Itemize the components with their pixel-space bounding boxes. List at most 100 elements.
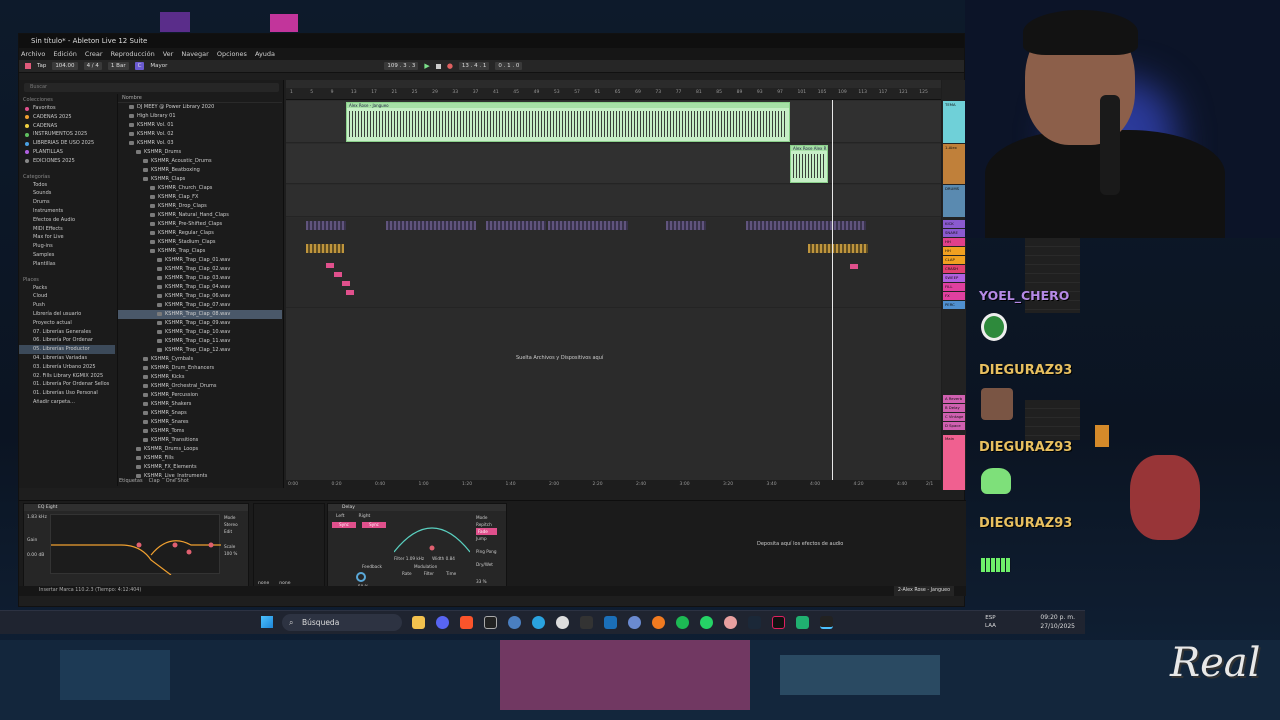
browser-list-item[interactable]: KSHMR_Drums: [118, 148, 282, 157]
track-header[interactable]: HH: [943, 238, 965, 246]
track-lane[interactable]: Alex Rose Alex R: [286, 144, 941, 184]
loop-start[interactable]: 13 . 4 . 1: [458, 62, 490, 70]
track-header[interactable]: C Vintage: [943, 413, 965, 421]
browser-list-item[interactable]: KSHMR_FX_Elements: [118, 463, 282, 472]
track-header[interactable]: PERC: [943, 301, 965, 309]
empty-device[interactable]: none none: [253, 503, 325, 591]
midi-note[interactable]: [342, 281, 350, 286]
category-item[interactable]: Sounds: [19, 189, 115, 198]
keyboard-layout[interactable]: LAA: [985, 622, 996, 630]
browser-list-item[interactable]: KSHMR_Trap_Clap_04.wav: [118, 283, 282, 292]
midi-clip[interactable]: [306, 244, 344, 253]
fade-button[interactable]: Fade: [476, 528, 497, 535]
eq-gain[interactable]: 0.00 dB: [27, 552, 47, 559]
collection-item[interactable]: LIBRERIAS DE USO 2025: [19, 139, 115, 148]
browser-list-item[interactable]: KSHMR_Kicks: [118, 373, 282, 382]
drywet-value[interactable]: 33 %: [476, 578, 497, 585]
browser-search-input[interactable]: Buscar: [24, 83, 279, 92]
track-header[interactable]: FX: [943, 292, 965, 300]
place-item[interactable]: Push: [19, 301, 115, 310]
time-ruler[interactable]: 0:00 0:20 0:40 1:00 1:20 1:40 2:00 2:20 2:40 3:00…: [286, 480, 941, 490]
browser-list-item[interactable]: KSHMR_Trap_Clap_06.wav: [118, 292, 282, 301]
browser-list-item[interactable]: KSHMR_Trap_Clap_02.wav: [118, 265, 282, 274]
track-header[interactable]: CRASH: [943, 265, 965, 273]
steam-icon[interactable]: [748, 616, 761, 629]
browser-list-item[interactable]: DJ MEEY @ Power Library 2020: [118, 103, 282, 112]
track-header[interactable]: B Delay: [943, 404, 965, 412]
collection-item[interactable]: CADENAS 2025: [19, 113, 115, 122]
app-icon[interactable]: [796, 616, 809, 629]
play-icon[interactable]: ▶: [424, 62, 429, 70]
eq-freq[interactable]: 1.83 kHz: [27, 514, 47, 521]
collection-item[interactable]: INSTRUMENTOS 2025: [19, 130, 115, 139]
feedback-knob[interactable]: [356, 572, 366, 582]
browser-list-item[interactable]: KSHMR Vol. 02: [118, 130, 282, 139]
midi-note[interactable]: [346, 290, 354, 295]
category-item[interactable]: Instruments: [19, 207, 115, 216]
browser-list-item[interactable]: KSHMR Vol. 01: [118, 121, 282, 130]
browser-list-item[interactable]: KSHMR_Drum_Enhancers: [118, 364, 282, 373]
browser-list-item[interactable]: KSHMR_Natural_Hand_Claps: [118, 211, 282, 220]
place-item[interactable]: 01. Librería Por Ordenar Sellos: [19, 380, 115, 389]
browser-list-item[interactable]: KSHMR_Toms: [118, 427, 282, 436]
menu-item[interactable]: Reproducción: [111, 48, 155, 60]
track-header[interactable]: SWEEP: [943, 274, 965, 282]
track-header[interactable]: 1-Alex: [943, 144, 965, 184]
midi-clip[interactable]: [486, 221, 546, 230]
midi-clip[interactable]: [808, 244, 868, 253]
delay-width[interactable]: Width 0.84: [432, 556, 455, 561]
place-item[interactable]: 03. Librería Urbano 2025: [19, 363, 115, 372]
mod-rate[interactable]: Rate: [402, 571, 412, 576]
ableton-live-icon[interactable]: [820, 616, 833, 629]
tag-chip[interactable]: Clap: [149, 478, 160, 484]
bpm-field[interactable]: 104.00: [52, 62, 78, 70]
track-header[interactable]: A Reverb: [943, 395, 965, 403]
browser-list-item[interactable]: KSHMR_Fills: [118, 454, 282, 463]
browser-list-item[interactable]: KSHMR_Acoustic_Drums: [118, 157, 282, 166]
arrangement-view-icon[interactable]: [25, 63, 31, 69]
track-header[interactable]: SNARE: [943, 229, 965, 237]
track-lane[interactable]: [286, 185, 941, 217]
midi-clip[interactable]: [306, 221, 346, 230]
sync-button[interactable]: Sync: [332, 522, 356, 528]
category-item[interactable]: Todos: [19, 181, 115, 190]
browser-list-item[interactable]: KSHMR_Trap_Claps: [118, 247, 282, 256]
category-item[interactable]: Max for Live: [19, 233, 115, 242]
eq-edit[interactable]: Edit: [224, 528, 238, 535]
browser-list-item[interactable]: KSHMR_Beatboxing: [118, 166, 282, 175]
midi-note[interactable]: [850, 264, 858, 269]
menu-item[interactable]: Archivo: [21, 48, 45, 60]
browser-list-item[interactable]: KSHMR_Percussion: [118, 391, 282, 400]
song-position[interactable]: 109 . 3 . 3: [384, 62, 419, 70]
place-item[interactable]: 04. Librerías Variadas: [19, 354, 115, 363]
browser-list-item[interactable]: KSHMR_Trap_Clap_03.wav: [118, 274, 282, 283]
search-app-icon[interactable]: [652, 616, 665, 629]
menu-item[interactable]: Opciones: [217, 48, 247, 60]
browser-list-item[interactable]: KSHMR_Stadium_Claps: [118, 238, 282, 247]
mod-filter[interactable]: Filter: [424, 571, 434, 576]
browser-list-item[interactable]: KSHMR_Church_Claps: [118, 184, 282, 193]
track-header[interactable]: D Space: [943, 422, 965, 430]
midi-clip[interactable]: [386, 221, 476, 230]
category-item[interactable]: Plug-ins: [19, 242, 115, 251]
place-item[interactable]: Librería del usuario: [19, 310, 115, 319]
sync-button[interactable]: Sync: [362, 522, 386, 528]
place-item[interactable]: 07. Librerías Generales: [19, 328, 115, 337]
taskbar-search[interactable]: ⌕ Búsqueda: [282, 614, 402, 631]
browser-list-item[interactable]: KSHMR_Trap_Clap_09.wav: [118, 319, 282, 328]
track-header[interactable]: CLAP: [943, 256, 965, 264]
browser-list-item[interactable]: KSHMR_Trap_Clap_07.wav: [118, 301, 282, 310]
app-icon[interactable]: [724, 616, 737, 629]
browser-list-item[interactable]: KSHMR_Clap_FX: [118, 193, 282, 202]
midi-clip[interactable]: [548, 221, 628, 230]
audio-clip[interactable]: Alex Rose Alex R: [790, 145, 828, 183]
browser-list-item[interactable]: KSHMR_Regular_Claps: [118, 229, 282, 238]
bar-ruler[interactable]: 1 5 9 13 17 21 25 29 33 37 41 45 49 53 57 61 65 69 73 77 81 8…: [286, 88, 941, 100]
track-header[interactable]: DRUMS: [943, 185, 965, 217]
time-signature[interactable]: 4 / 4: [83, 62, 102, 70]
eq-display[interactable]: [50, 514, 221, 576]
browser-list-item[interactable]: KSHMR_Trap_Clap_12.wav: [118, 346, 282, 355]
track-header[interactable]: KICK: [943, 220, 965, 228]
settings-icon[interactable]: [556, 616, 569, 629]
place-item[interactable]: 06. Librería Por Ordenar: [19, 336, 115, 345]
